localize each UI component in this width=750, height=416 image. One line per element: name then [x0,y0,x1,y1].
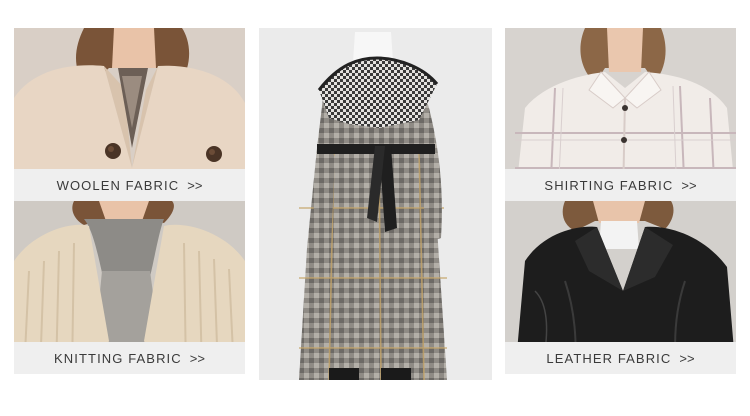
woolen-fabric-label: WOOLEN FABRIC [56,177,180,193]
double-chevron-right-icon: >> [679,350,695,366]
leather-fabric-tile[interactable]: LEATHER FABRIC >> [505,201,736,374]
leather-fabric-link[interactable]: LEATHER FABRIC >> [505,342,736,374]
woolen-fabric-tile[interactable]: WOOLEN FABRIC >> [14,28,245,201]
knitting-fabric-tile[interactable]: KNITTING FABRIC >> [14,201,245,374]
shirting-fabric-label: SHIRTING FABRIC [544,177,674,193]
check-coat-tile[interactable] [259,28,492,380]
leather-fabric-label: LEATHER FABRIC [546,350,672,366]
knitting-fabric-link[interactable]: KNITTING FABRIC >> [14,342,245,374]
shirting-fabric-link[interactable]: SHIRTING FABRIC >> [505,169,736,201]
knitting-fabric-label: KNITTING FABRIC [54,350,182,366]
double-chevron-right-icon: >> [187,177,203,193]
shirting-fabric-tile[interactable]: SHIRTING FABRIC >> [505,28,736,201]
double-chevron-right-icon: >> [681,177,697,193]
double-chevron-right-icon: >> [189,350,205,366]
woolen-fabric-link[interactable]: WOOLEN FABRIC >> [14,169,245,201]
check-coat-photo [259,28,492,380]
